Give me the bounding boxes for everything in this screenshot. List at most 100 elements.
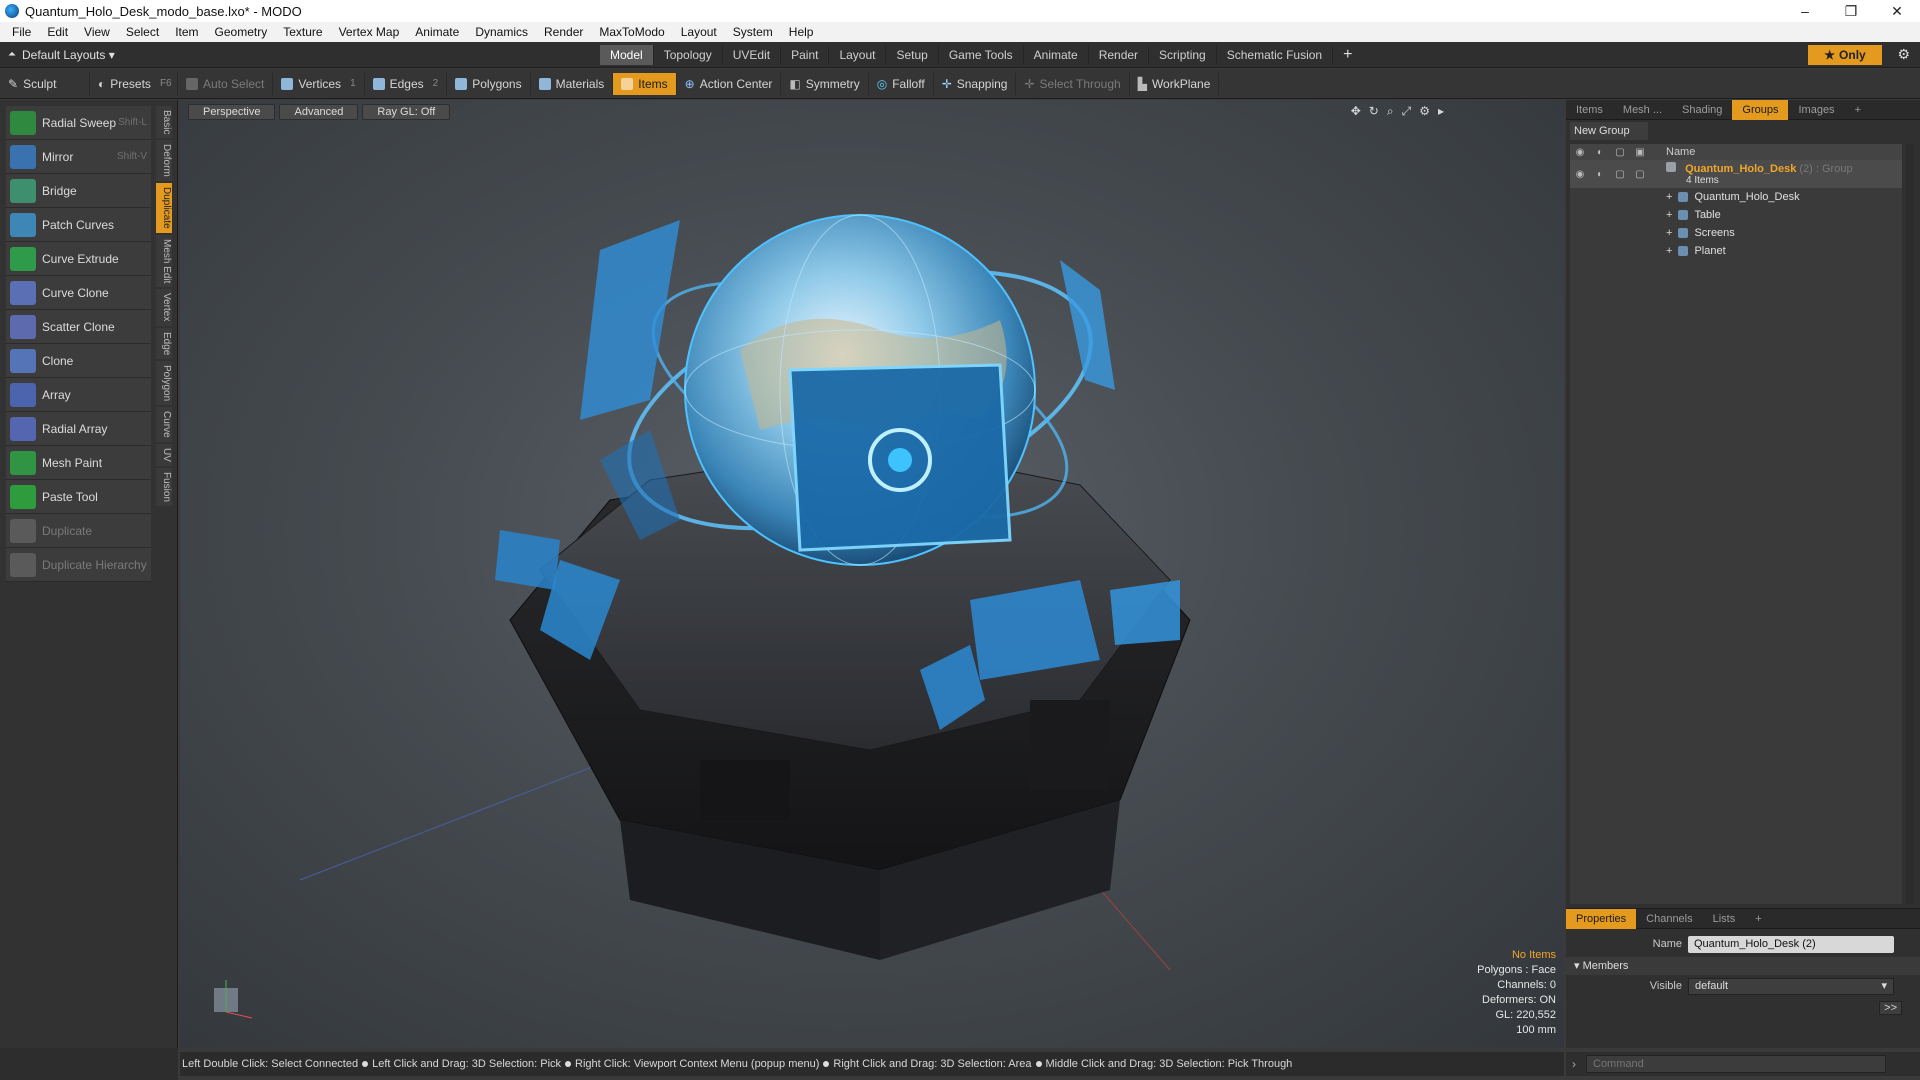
panel-tab-images[interactable]: Images <box>1788 100 1844 120</box>
tool-clone[interactable]: Clone <box>6 344 151 378</box>
menu-select[interactable]: Select <box>118 25 167 39</box>
tool-patch-curves[interactable]: Patch Curves <box>6 208 151 242</box>
tab-scripting[interactable]: Scripting <box>1149 44 1217 65</box>
rotate-icon[interactable]: ↻ <box>1369 104 1379 119</box>
panel-tab-mesh[interactable]: Mesh ... <box>1613 100 1672 120</box>
props-tab-channels[interactable]: Channels <box>1636 909 1702 929</box>
menu-item[interactable]: Item <box>167 25 206 39</box>
props-tab-add[interactable]: + <box>1745 909 1771 929</box>
more-button[interactable]: >> <box>1879 1001 1902 1015</box>
tool-radial-array[interactable]: Radial Array <box>6 412 151 446</box>
group-eye-icon[interactable]: ◉ <box>1570 169 1590 180</box>
group-child-row[interactable]: + Planet <box>1570 242 1902 260</box>
action-center-button[interactable]: ⊕ Action Center <box>677 72 782 95</box>
group-child-row[interactable]: + Table <box>1570 206 1902 224</box>
tool-scatter-clone[interactable]: Scatter Clone <box>6 310 151 344</box>
viewport-menu-icon[interactable]: ▸ <box>1438 104 1444 119</box>
tab-schematic-fusion[interactable]: Schematic Fusion <box>1217 44 1334 65</box>
presets-button[interactable]: ◐ Presets F6 <box>90 72 178 95</box>
close-button[interactable]: ✕ <box>1874 0 1920 22</box>
layout-selector[interactable]: ⏶ Default Layouts ▾ <box>0 48 600 62</box>
symmetry-button[interactable]: ◧ Symmetry <box>781 72 869 95</box>
visible-dropdown[interactable]: default ▾ <box>1688 977 1894 995</box>
tree-expander[interactable]: + <box>1666 191 1672 203</box>
eye-icon[interactable]: ◉ <box>1570 147 1590 158</box>
collapse-icon[interactable]: ⏶ <box>8 49 16 60</box>
tab-setup[interactable]: Setup <box>886 44 939 65</box>
side-tab-curve[interactable]: Curve <box>156 407 172 442</box>
group-row[interactable]: ◉ ◐ ▢ ▢ Quantum_Holo_Desk (2) : Group 4 … <box>1570 160 1902 188</box>
tool-mirror[interactable]: Mirror Shift-V <box>6 140 151 174</box>
tree-scrollbar[interactable] <box>1906 144 1914 904</box>
group-lock-icon[interactable]: ▢ <box>1610 169 1630 180</box>
side-tab-edge[interactable]: Edge <box>156 327 172 360</box>
menu-layout[interactable]: Layout <box>673 25 725 39</box>
view-perspective-button[interactable]: Perspective <box>188 104 276 120</box>
falloff-button[interactable]: ◎ Falloff <box>869 72 934 95</box>
tab-model[interactable]: Model <box>600 44 654 65</box>
tab-animate[interactable]: Animate <box>1024 44 1089 65</box>
edges-button[interactable]: Edges 2 <box>365 72 448 95</box>
raygl-toggle[interactable]: Ray GL: Off <box>362 104 451 120</box>
side-tab-uv[interactable]: UV <box>156 443 172 466</box>
panel-tab-shading[interactable]: Shading <box>1672 100 1732 120</box>
side-tab-deform[interactable]: Deform <box>156 140 172 182</box>
tool-bridge[interactable]: Bridge <box>6 174 151 208</box>
group-child-row[interactable]: + Screens <box>1570 224 1902 242</box>
minimize-button[interactable]: – <box>1782 0 1828 22</box>
new-group-button[interactable]: New Group <box>1570 122 1648 140</box>
add-tab-button[interactable]: + <box>1333 46 1362 64</box>
polygons-button[interactable]: Polygons <box>447 72 531 95</box>
select-icon[interactable]: ▣ <box>1630 147 1650 158</box>
menu-edit[interactable]: Edit <box>39 25 76 39</box>
tool-radial-sweep[interactable]: Radial Sweep Shift-L <box>6 106 151 140</box>
group-select-icon[interactable]: ▢ <box>1630 169 1650 180</box>
side-tab-polygon[interactable]: Polygon <box>156 361 172 406</box>
menu-dynamics[interactable]: Dynamics <box>467 25 536 39</box>
menu-help[interactable]: Help <box>781 25 822 39</box>
gear-icon[interactable]: ⚙ <box>1897 46 1910 63</box>
restore-button[interactable]: ❐ <box>1828 0 1874 22</box>
command-input[interactable] <box>1586 1055 1886 1073</box>
tool-curve-clone[interactable]: Curve Clone <box>6 276 151 310</box>
panel-tab-add[interactable]: + <box>1845 100 1871 120</box>
side-tab-fusion[interactable]: Fusion <box>156 467 172 506</box>
side-tab-mesh-edit[interactable]: Mesh Edit <box>156 234 172 288</box>
menu-animate[interactable]: Animate <box>407 25 467 39</box>
lock-icon[interactable]: ▢ <box>1610 147 1630 158</box>
menu-file[interactable]: File <box>4 25 39 39</box>
sculpt-button[interactable]: ✎ Sculpt <box>0 72 90 95</box>
tab-game-tools[interactable]: Game Tools <box>939 44 1024 65</box>
tab-topology[interactable]: Topology <box>654 44 723 65</box>
menu-geometry[interactable]: Geometry <box>207 25 276 39</box>
zoom-icon[interactable]: ⌕ <box>1387 104 1394 119</box>
render-icon[interactable]: ◐ <box>1590 147 1610 158</box>
tab-render[interactable]: Render <box>1089 44 1150 65</box>
side-tab-duplicate[interactable]: Duplicate <box>156 183 172 233</box>
tab-uvedit[interactable]: UVEdit <box>723 44 782 65</box>
menu-vertex-map[interactable]: Vertex Map <box>331 25 408 39</box>
tree-expander[interactable]: + <box>1666 227 1672 239</box>
name-field[interactable]: Quantum_Holo_Desk (2) <box>1688 935 1894 953</box>
pan-icon[interactable]: ✥ <box>1351 104 1361 119</box>
menu-maxtomodo[interactable]: MaxToModo <box>591 25 672 39</box>
shading-advanced-button[interactable]: Advanced <box>279 104 359 120</box>
members-section[interactable]: ▾ Members <box>1566 957 1920 975</box>
tool-array[interactable]: Array <box>6 378 151 412</box>
tool-paste-tool[interactable]: Paste Tool <box>6 480 151 514</box>
select-through-button[interactable]: ✛ Select Through <box>1016 72 1130 95</box>
default-layouts-dropdown[interactable]: Default Layouts ▾ <box>22 48 115 62</box>
tree-expander[interactable]: + <box>1666 245 1672 257</box>
only-toggle[interactable]: ★ Only <box>1808 45 1882 65</box>
tab-paint[interactable]: Paint <box>781 44 830 65</box>
items-button[interactable]: Items <box>613 72 677 95</box>
side-tab-vertex[interactable]: Vertex <box>156 289 172 326</box>
menu-texture[interactable]: Texture <box>275 25 330 39</box>
panel-tab-groups[interactable]: Groups <box>1732 99 1789 120</box>
menu-view[interactable]: View <box>76 25 118 39</box>
side-tab-basic[interactable]: Basic <box>156 106 172 139</box>
snapping-button[interactable]: ✛ Snapping <box>934 72 1017 95</box>
tool-mesh-paint[interactable]: Mesh Paint <box>6 446 151 480</box>
group-child-row[interactable]: + Quantum_Holo_Desk <box>1570 188 1902 206</box>
viewport-settings-icon[interactable]: ⚙ <box>1419 104 1430 119</box>
